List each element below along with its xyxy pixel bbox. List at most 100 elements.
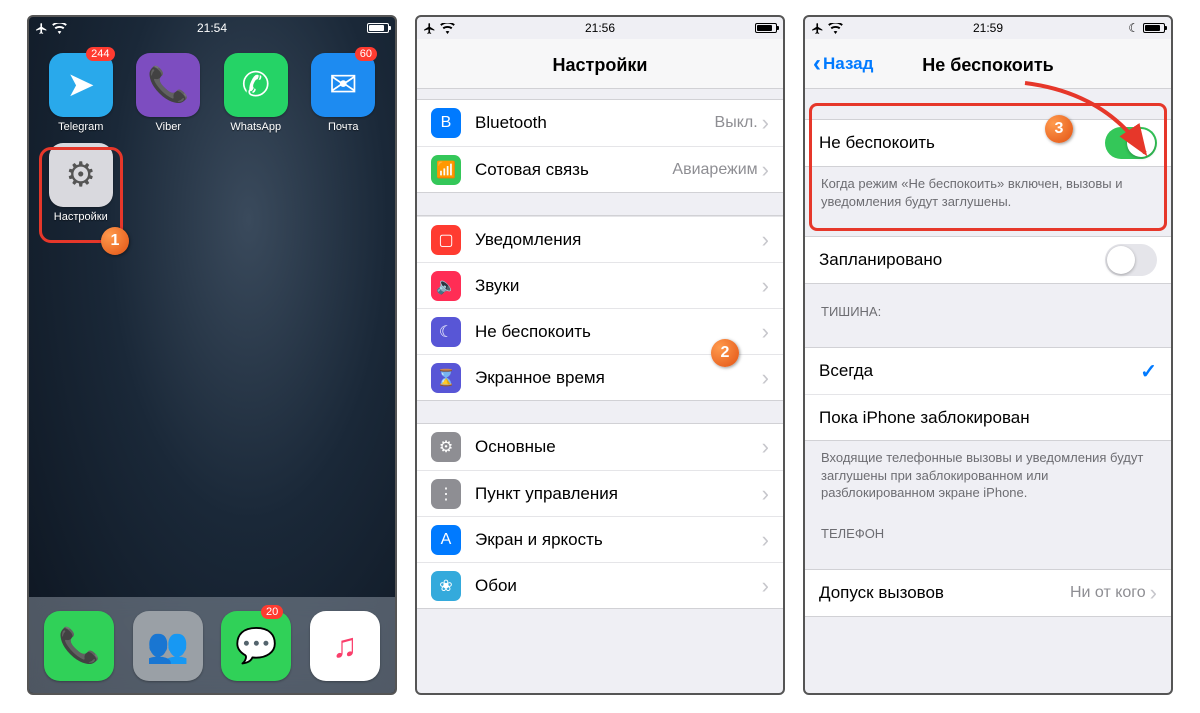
dock-app-music[interactable]: ♫ <box>310 607 380 683</box>
silence-always-row[interactable]: Всегда ✓ <box>805 348 1171 394</box>
checkmark-icon: ✓ <box>1140 359 1157 384</box>
dock-app-phone[interactable]: 📞 <box>44 607 114 683</box>
row-value: Авиарежим <box>672 161 757 179</box>
settings-row[interactable]: 📶 Сотовая связьАвиарежим › <box>417 146 783 192</box>
back-label: Назад <box>823 54 873 74</box>
dnd-list[interactable]: Не беспокоить Когда режим «Не беспокоить… <box>805 119 1171 617</box>
dnd-screen: 21:59 ☾ ‹ Назад Не беспокоить Не беспоко… <box>803 15 1173 695</box>
silence-always-label: Всегда <box>819 361 1140 381</box>
app-label: WhatsApp <box>230 121 281 133</box>
wifi-icon <box>828 23 843 34</box>
music-icon: ♫ <box>310 611 380 681</box>
silence-locked-row[interactable]: Пока iPhone заблокирован <box>805 394 1171 440</box>
status-time: 21:56 <box>585 21 615 35</box>
row-icon: A <box>431 525 461 555</box>
row-icon: ☾ <box>431 317 461 347</box>
row-label: Пункт управления <box>475 484 762 504</box>
app-mail[interactable]: ✉60Почта <box>302 49 386 135</box>
silence-locked-label: Пока iPhone заблокирован <box>819 408 1157 428</box>
chevron-right-icon: › <box>1150 580 1157 606</box>
row-icon: ▢ <box>431 225 461 255</box>
row-label: Не беспокоить <box>475 322 762 342</box>
dnd-toggle[interactable] <box>1105 127 1157 159</box>
app-settings[interactable]: ⚙Настройки <box>39 139 123 225</box>
airplane-icon <box>423 22 436 35</box>
nav-title: ‹ Назад Не беспокоить <box>805 39 1171 89</box>
scheduled-row[interactable]: Запланировано <box>805 237 1171 283</box>
status-time: 21:59 <box>973 21 1003 35</box>
chevron-right-icon: › <box>762 273 769 299</box>
chevron-right-icon: › <box>762 573 769 599</box>
chevron-right-icon: › <box>762 319 769 345</box>
dock: 📞 👥 💬20 ♫ <box>29 597 395 693</box>
phone-icon: 📞 <box>44 611 114 681</box>
status-time: 21:54 <box>197 21 227 35</box>
app-label: Viber <box>156 121 181 133</box>
step-badge-1: 1 <box>101 227 129 255</box>
row-icon: 📶 <box>431 155 461 185</box>
row-label: Экранное время <box>475 368 762 388</box>
row-label: Уведомления <box>475 230 762 250</box>
row-icon: ⌛ <box>431 363 461 393</box>
page-title: Не беспокоить <box>922 55 1054 75</box>
contacts-icon: 👥 <box>133 611 203 681</box>
scheduled-label: Запланировано <box>819 250 1105 270</box>
settings-screen: 21:56 Настройки BBluetoothВыкл.›📶Сотовая… <box>415 15 785 695</box>
row-icon: ⋮ <box>431 479 461 509</box>
row-label: Bluetooth <box>475 113 715 133</box>
settings-row[interactable]: AЭкран и яркость› <box>417 516 783 562</box>
row-icon: B <box>431 108 461 138</box>
settings-row[interactable]: 🔈Звуки› <box>417 262 783 308</box>
status-bar: 21:54 <box>29 17 395 39</box>
silence-header: ТИШИНА: <box>805 284 1171 325</box>
row-label: Экран и яркость <box>475 530 762 550</box>
settings-row[interactable]: ▢Уведомления› <box>417 216 783 262</box>
row-value: Выкл. <box>715 114 758 132</box>
mail-icon: ✉ <box>311 53 375 117</box>
badge: 60 <box>355 47 377 61</box>
chevron-right-icon: › <box>762 157 769 183</box>
airplane-icon <box>811 22 824 35</box>
chevron-right-icon: › <box>762 481 769 507</box>
chevron-right-icon: › <box>762 434 769 460</box>
battery-icon <box>1143 23 1165 33</box>
back-button[interactable]: ‹ Назад <box>813 50 873 78</box>
settings-row[interactable]: ⚙ Основные› <box>417 424 783 470</box>
phone-header: ТЕЛЕФОН <box>805 506 1171 547</box>
settings-row[interactable]: B BluetoothВыкл.› <box>417 100 783 146</box>
whatsapp-icon: ✆ <box>224 53 288 117</box>
dock-app-messages[interactable]: 💬20 <box>221 607 291 683</box>
battery-icon <box>367 23 389 33</box>
row-label: Основные <box>475 437 762 457</box>
scheduled-toggle[interactable] <box>1105 244 1157 276</box>
viber-icon: 📞 <box>136 53 200 117</box>
nav-title: Настройки <box>417 39 783 89</box>
telegram-icon: ➤ <box>49 53 113 117</box>
chevron-right-icon: › <box>762 365 769 391</box>
allow-calls-label: Допуск вызовов <box>819 583 1070 603</box>
settings-row[interactable]: ❀Обои› <box>417 562 783 608</box>
allow-calls-row[interactable]: Допуск вызовов Ни от кого › <box>805 570 1171 616</box>
step-badge-2: 2 <box>711 339 739 367</box>
status-bar: 21:59 ☾ <box>805 17 1171 39</box>
app-whatsapp[interactable]: ✆ WhatsApp <box>214 49 298 135</box>
app-telegram[interactable]: ➤244Telegram <box>39 49 123 135</box>
settings-row[interactable]: ⋮ Пункт управления› <box>417 470 783 516</box>
silence-footer: Входящие телефонные вызовы и уведомления… <box>805 441 1171 506</box>
settings-icon: ⚙ <box>49 143 113 207</box>
row-label: Обои <box>475 576 762 596</box>
row-label: Сотовая связь <box>475 160 672 180</box>
row-icon: ⚙ <box>431 432 461 462</box>
chevron-right-icon: › <box>762 110 769 136</box>
wifi-icon <box>52 23 67 34</box>
app-grid: ➤244Telegram📞 Viber ✆ WhatsApp ✉60Почта ⚙Наст… <box>29 39 395 225</box>
chevron-left-icon: ‹ <box>813 50 821 78</box>
step-badge-3: 3 <box>1045 115 1073 143</box>
app-label: Telegram <box>58 121 103 133</box>
dock-app-contacts[interactable]: 👥 <box>133 607 203 683</box>
wifi-icon <box>440 23 455 34</box>
dnd-toggle-row[interactable]: Не беспокоить <box>805 120 1171 166</box>
airplane-icon <box>35 22 48 35</box>
app-viber[interactable]: 📞 Viber <box>127 49 211 135</box>
messages-icon: 💬 <box>221 611 291 681</box>
